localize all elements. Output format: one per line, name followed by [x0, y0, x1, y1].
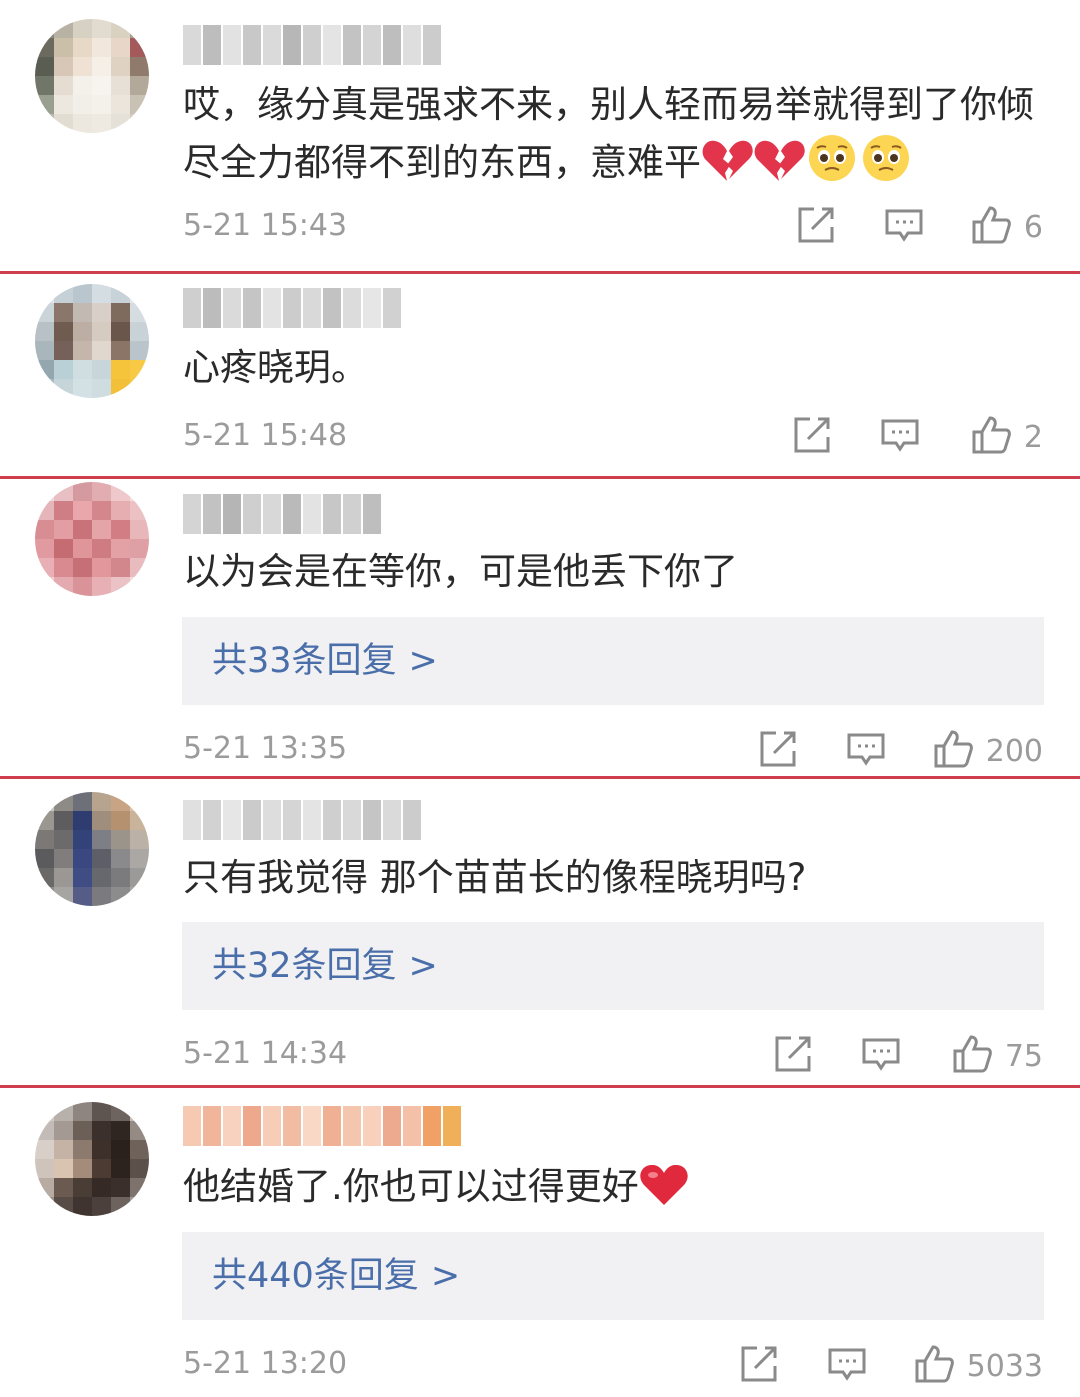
username-blurred[interactable] [183, 800, 421, 840]
chevron-right-icon: > [408, 946, 438, 986]
timestamp: 5-21 14:34 [183, 1036, 348, 1071]
like-button[interactable]: 200 [932, 728, 1043, 774]
comment-text: 他结婚了.你也可以过得更好 [183, 1158, 1053, 1223]
like-count: 6 [1023, 209, 1043, 245]
timestamp: 5-21 13:35 [183, 731, 348, 766]
comment-text: 只有我觉得 那个苗苗长的像程晓玥吗? [183, 856, 807, 899]
comment-text: 哎，缘分真是强求不来，别人轻而易举就得到了你倾尽全力都得不到的东西，意难平 [183, 76, 1053, 199]
avatar[interactable] [35, 284, 149, 398]
comment-icon[interactable] [861, 1034, 901, 1078]
timestamp: 5-21 13:20 [183, 1346, 348, 1381]
view-replies-link[interactable]: 共33条回复 > [182, 617, 1044, 705]
username-blurred[interactable] [183, 288, 401, 328]
pleading-face-icon [805, 133, 859, 199]
comment-icon[interactable] [880, 415, 920, 459]
thumbs-up-icon [970, 204, 1012, 250]
like-button[interactable]: 2 [970, 414, 1043, 460]
comment-item: 以为会是在等你，可是他丢下你了 共33条回复 > 5-21 13:35 200 [0, 479, 1080, 776]
replies-count-label: 共32条回复 [212, 946, 397, 986]
chevron-right-icon: > [408, 641, 438, 681]
thumbs-up-icon [970, 414, 1012, 460]
avatar[interactable] [35, 482, 149, 596]
username-blurred[interactable] [183, 25, 441, 65]
timestamp: 5-21 15:43 [183, 208, 348, 243]
share-icon[interactable] [796, 205, 836, 249]
avatar[interactable] [35, 19, 149, 133]
comment-icon[interactable] [884, 205, 924, 249]
share-icon[interactable] [739, 1344, 779, 1388]
avatar[interactable] [35, 792, 149, 906]
comment-item: 哎，缘分真是强求不来，别人轻而易举就得到了你倾尽全力都得不到的东西，意难平 5-… [0, 0, 1080, 272]
comment-item: 他结婚了.你也可以过得更好 共440条回复 > 5-21 13:20 5033 [0, 1088, 1080, 1397]
thumbs-up-icon [913, 1343, 955, 1389]
broken-heart-icon [701, 137, 753, 199]
view-replies-link[interactable]: 共440条回复 > [182, 1232, 1044, 1320]
replies-count-label: 共440条回复 [212, 1256, 419, 1296]
comment-text: 心疼晓玥。 [183, 346, 368, 389]
comment-icon[interactable] [846, 729, 886, 773]
comment-item: 只有我觉得 那个苗苗长的像程晓玥吗? 共32条回复 > 5-21 14:34 75 [0, 779, 1080, 1085]
like-button[interactable]: 75 [951, 1033, 1043, 1079]
like-count: 5033 [966, 1348, 1043, 1384]
username-blurred[interactable] [183, 1106, 461, 1146]
comment-icon[interactable] [827, 1344, 867, 1388]
chevron-right-icon: > [430, 1256, 461, 1296]
pleading-face-icon [859, 133, 913, 199]
share-icon[interactable] [773, 1034, 813, 1078]
like-button[interactable]: 5033 [913, 1343, 1043, 1389]
like-count: 2 [1023, 419, 1043, 455]
thumbs-up-icon [932, 728, 974, 774]
comment-item: 心疼晓玥。 5-21 15:48 2 [0, 274, 1080, 476]
username-blurred[interactable] [183, 494, 381, 534]
view-replies-link[interactable]: 共32条回复 > [182, 922, 1044, 1010]
avatar[interactable] [35, 1102, 149, 1216]
comment-text: 以为会是在等你，可是他丢下你了 [183, 550, 738, 593]
timestamp: 5-21 15:48 [183, 418, 348, 453]
broken-heart-icon [753, 137, 805, 199]
thumbs-up-icon [951, 1033, 993, 1079]
like-count: 75 [1004, 1038, 1043, 1074]
replies-count-label: 共33条回复 [212, 641, 397, 681]
share-icon[interactable] [792, 415, 832, 459]
like-button[interactable]: 6 [970, 204, 1043, 250]
like-count: 200 [985, 733, 1043, 769]
red-heart-icon [639, 1163, 689, 1223]
share-icon[interactable] [758, 729, 798, 773]
